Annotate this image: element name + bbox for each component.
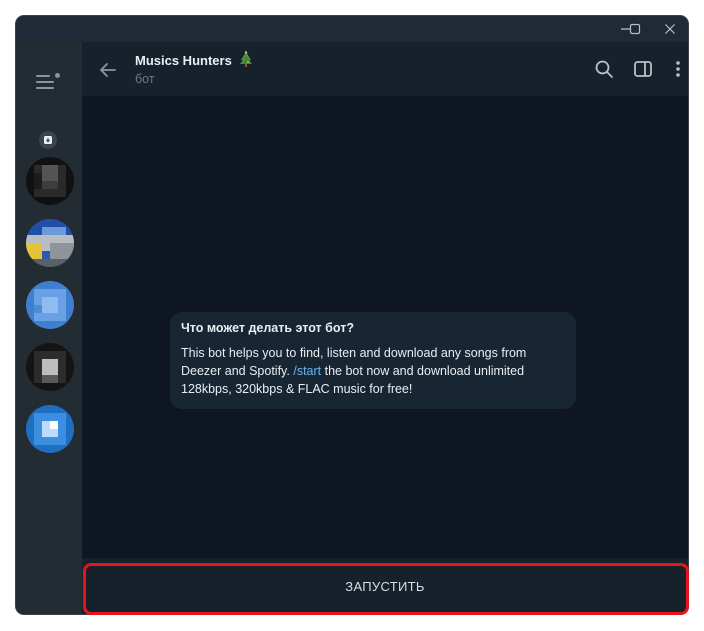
telegram-window: Musics Hunters бот Что может делать этот… bbox=[16, 16, 688, 614]
message-area: Что может делать этот бот? This bot help… bbox=[82, 96, 688, 558]
chat-title-text: Musics Hunters bbox=[135, 53, 232, 68]
chat-avatar-5[interactable] bbox=[26, 405, 74, 453]
search-icon[interactable] bbox=[592, 57, 616, 81]
more-vertical-icon[interactable] bbox=[666, 57, 688, 81]
chat-avatar-1[interactable] bbox=[26, 157, 74, 205]
chat-header: Musics Hunters бот bbox=[82, 42, 688, 96]
chat-avatar-2[interactable] bbox=[26, 219, 74, 267]
chat-title[interactable]: Musics Hunters bbox=[135, 51, 253, 70]
christmas-tree-icon bbox=[239, 51, 253, 70]
maximize-icon[interactable] bbox=[617, 16, 653, 42]
hamburger-menu-icon[interactable] bbox=[36, 72, 60, 92]
chat-sidebar bbox=[16, 42, 82, 614]
close-icon[interactable] bbox=[652, 16, 688, 42]
start-command-link[interactable]: /start bbox=[293, 364, 321, 378]
chat-subtitle: бот bbox=[135, 72, 155, 86]
bot-description-text: This bot helps you to find, listen and d… bbox=[181, 344, 565, 398]
bot-description-title: Что может делать этот бот? bbox=[181, 321, 354, 335]
back-arrow-icon[interactable] bbox=[96, 58, 120, 82]
bot-description-bubble: Что может делать этот бот? This bot help… bbox=[170, 312, 576, 409]
chat-avatar-4[interactable] bbox=[26, 343, 74, 391]
start-button[interactable]: ЗАПУСТИТЬ bbox=[82, 558, 688, 614]
archive-icon[interactable] bbox=[39, 131, 57, 149]
chat-panel: Musics Hunters бот Что может делать этот… bbox=[82, 42, 688, 614]
sidebar-toggle-icon[interactable] bbox=[631, 57, 655, 81]
title-bar bbox=[16, 16, 688, 42]
bottom-bar: ЗАПУСТИТЬ bbox=[82, 558, 688, 614]
chat-avatar-3[interactable] bbox=[26, 281, 74, 329]
